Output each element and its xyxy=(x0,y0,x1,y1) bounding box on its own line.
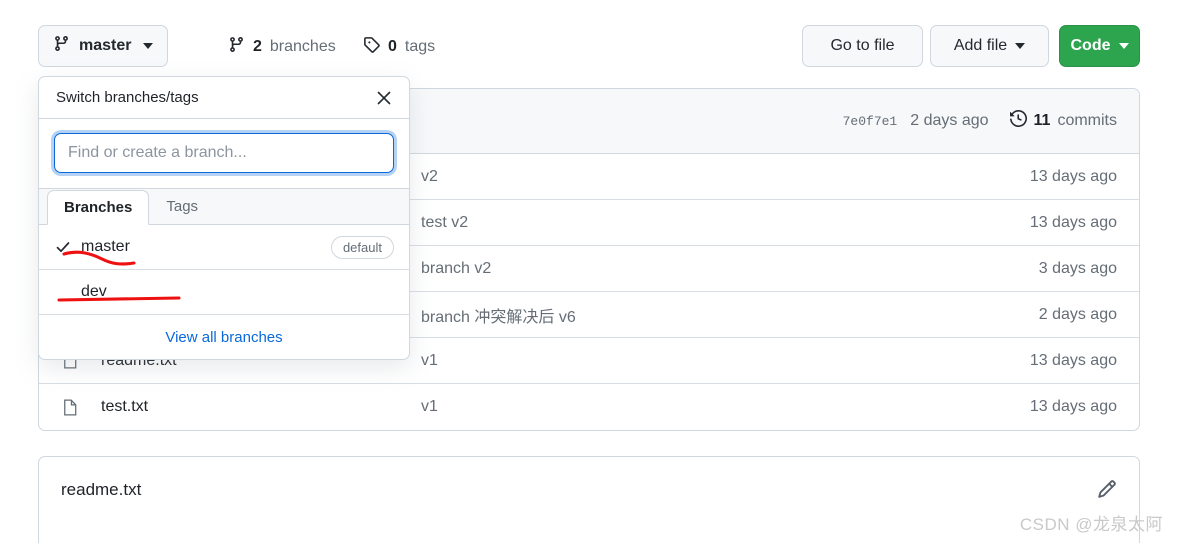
tab-branches-label: Branches xyxy=(64,199,133,216)
branches-count-value: 2 xyxy=(253,38,262,55)
tags-count-value: 0 xyxy=(388,38,397,55)
tab-tags[interactable]: Tags xyxy=(149,189,215,224)
pencil-icon[interactable] xyxy=(1097,479,1117,504)
csdn-watermark: CSDN @龙泉太阿 xyxy=(1019,515,1163,534)
commit-message[interactable]: branch v2 xyxy=(421,260,1039,278)
commit-message[interactable]: v2 xyxy=(421,168,1030,186)
file-icon xyxy=(39,398,101,417)
github-repo-page: master 2 branches 0 tags Go to file Add … xyxy=(0,0,1177,543)
commits-count-link[interactable]: 11 commits xyxy=(1009,109,1117,132)
branches-count-label: branches xyxy=(269,38,336,55)
dropdown-tabs: Branches Tags xyxy=(39,189,409,225)
branches-count-link[interactable]: 2 branches xyxy=(228,36,336,58)
branch-item-dev[interactable]: dev xyxy=(39,270,409,315)
close-icon[interactable] xyxy=(376,90,392,106)
branch-item-master[interactable]: master default xyxy=(39,225,409,270)
view-all-branches-label: View all branches xyxy=(165,328,283,346)
tags-count-link[interactable]: 0 tags xyxy=(363,36,435,58)
code-button-label: Code xyxy=(1070,37,1111,54)
commits-count-label: commits xyxy=(1057,112,1117,129)
file-time: 13 days ago xyxy=(1029,351,1117,369)
repo-toolbar: master 2 branches 0 tags Go to file Add … xyxy=(38,25,1140,67)
branch-selector-label: master xyxy=(79,37,132,54)
tags-count-label: tags xyxy=(404,38,436,55)
status-badge: default xyxy=(330,235,394,259)
commit-message[interactable]: test v2 xyxy=(421,214,1030,232)
file-name[interactable]: test.txt xyxy=(101,398,421,416)
tag-icon xyxy=(363,36,380,58)
branch-switcher-dropdown: Switch branches/tags Branches Tags xyxy=(38,76,410,360)
tab-branches[interactable]: Branches xyxy=(47,190,150,225)
dropdown-search-area xyxy=(39,119,409,189)
check-icon xyxy=(55,239,81,255)
history-clock-icon xyxy=(1009,109,1027,132)
branch-item-label: master xyxy=(81,238,130,255)
chevron-down-icon xyxy=(1118,43,1129,49)
file-time: 3 days ago xyxy=(1038,259,1117,277)
branch-item-label: dev xyxy=(81,283,107,300)
readme-panel: readme.txt xyxy=(38,456,1140,543)
readme-title: readme.txt xyxy=(61,480,142,499)
add-file-label: Add file xyxy=(953,37,1008,54)
git-branch-icon xyxy=(228,36,245,58)
file-time: 13 days ago xyxy=(1029,398,1117,415)
add-file-button[interactable]: Add file xyxy=(930,25,1049,67)
dropdown-title: Switch branches/tags xyxy=(56,89,199,106)
table-row[interactable]: test.txt v1 13 days ago xyxy=(39,384,1139,430)
view-all-branches-link[interactable]: View all branches xyxy=(39,315,409,359)
tab-tags-label: Tags xyxy=(166,198,199,215)
chevron-down-icon xyxy=(143,43,154,49)
commit-message[interactable]: branch 冲突解决后 v6 xyxy=(421,303,1039,327)
go-to-file-button[interactable]: Go to file xyxy=(802,25,923,67)
code-button[interactable]: Code xyxy=(1059,25,1140,67)
file-time: 2 days ago xyxy=(1038,305,1117,323)
dropdown-header: Switch branches/tags xyxy=(39,77,409,119)
branch-selector-button[interactable]: master xyxy=(38,25,169,67)
go-to-file-label: Go to file xyxy=(830,37,895,54)
git-branch-icon xyxy=(53,35,70,57)
commit-message[interactable]: v1 xyxy=(421,398,1030,416)
commit-message[interactable]: v1 xyxy=(421,352,1030,370)
commit-time: 2 days ago xyxy=(910,112,989,129)
branch-search-input[interactable] xyxy=(54,133,394,173)
file-time: 13 days ago xyxy=(1029,167,1117,185)
file-time: 13 days ago xyxy=(1029,213,1117,231)
chevron-down-icon xyxy=(1015,43,1026,49)
commits-count-value: 11 xyxy=(1033,112,1051,129)
commit-sha[interactable]: 7e0f7e1 xyxy=(843,114,898,129)
